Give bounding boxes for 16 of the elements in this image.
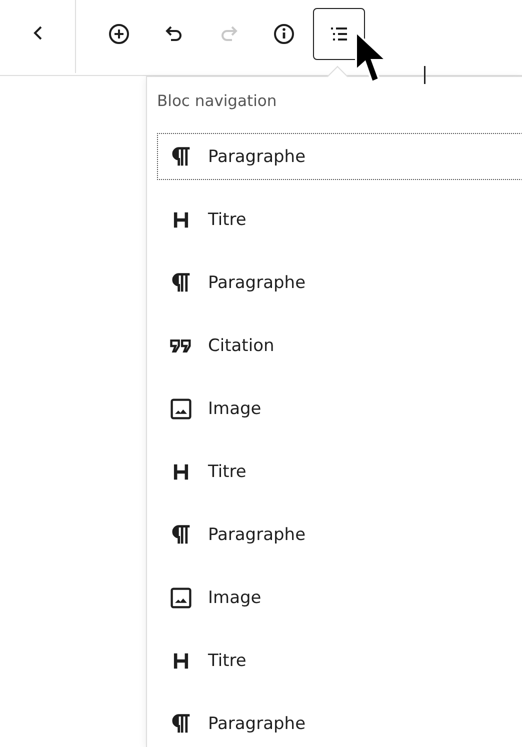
block-list-item[interactable]: Citation [157, 322, 522, 369]
block-list-item[interactable]: Paragraphe [157, 259, 522, 306]
block-list-item[interactable]: Image [157, 574, 522, 621]
block-list-item[interactable]: Titre [157, 637, 522, 684]
info-icon [272, 22, 296, 46]
block-list-item[interactable]: Paragraphe [157, 133, 522, 180]
image-icon [168, 584, 194, 610]
block-list-item[interactable]: Image [157, 385, 522, 432]
panel-title: Bloc navigation [157, 91, 278, 112]
block-list-item[interactable]: Titre [157, 448, 522, 495]
add-icon [107, 22, 131, 46]
block-list-item[interactable]: Paragraphe [157, 511, 522, 558]
block-list-item[interactable]: Paragraphe [157, 700, 522, 747]
block-list-item[interactable]: Titre [157, 196, 522, 243]
text-cursor-icon [424, 66, 426, 84]
image-icon [168, 396, 194, 422]
